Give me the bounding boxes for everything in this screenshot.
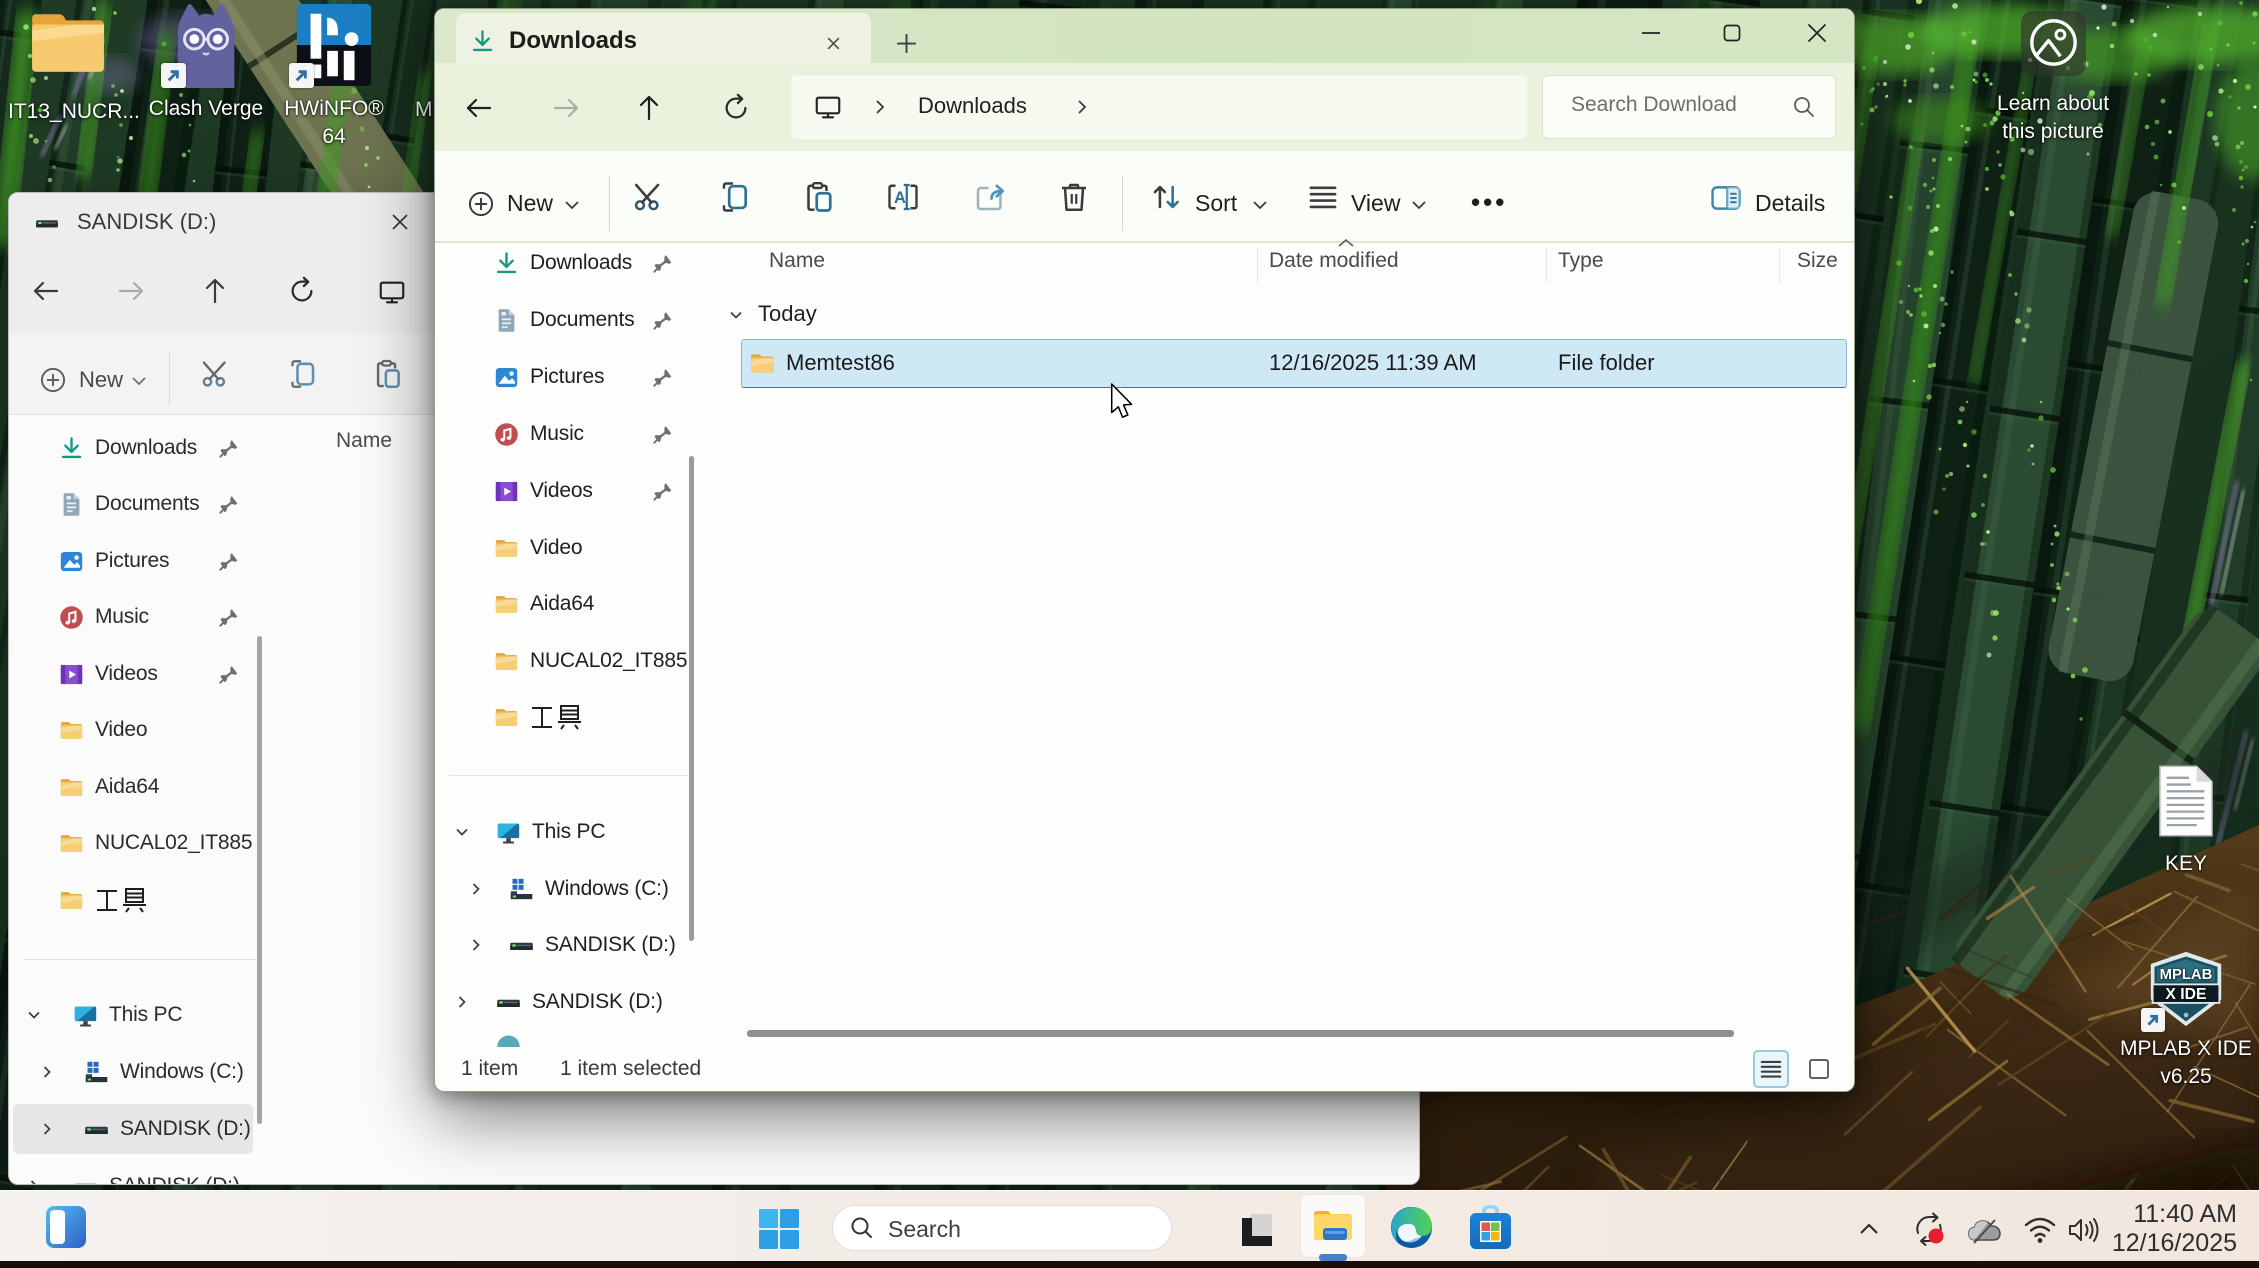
svg-text:X IDE: X IDE — [2165, 986, 2206, 1003]
svg-text:MPLAB: MPLAB — [2160, 967, 2213, 983]
